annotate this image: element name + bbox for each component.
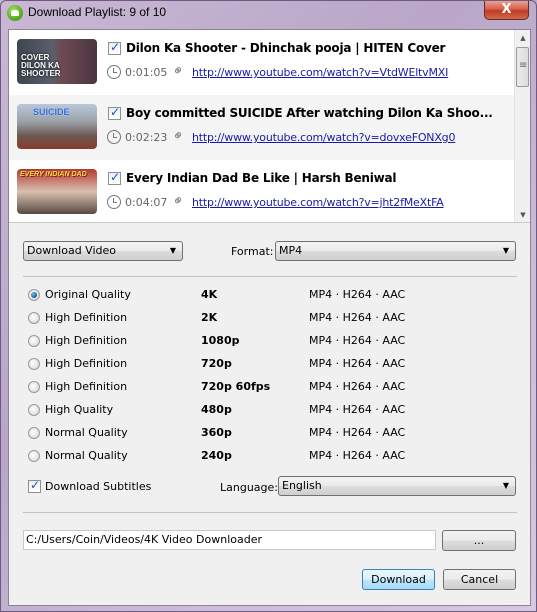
quality-format: MP4 · H264 · AAC — [309, 311, 406, 324]
quality-resolution: 720p 60fps — [201, 380, 271, 393]
quality-radio[interactable] — [28, 289, 40, 301]
quality-resolution: 1080p — [201, 334, 240, 347]
video-url[interactable]: http://www.youtube.com/watch?v=dovxeFONX… — [192, 131, 455, 144]
quality-format: MP4 · H264 · AAC — [309, 357, 406, 370]
playlist-item[interactable]: COVERDILON KA SHOOTER Dilon Ka Shooter -… — [9, 30, 514, 95]
quality-name: High Definition — [45, 380, 128, 393]
language-label: Language: — [220, 481, 278, 494]
video-title: Every Indian Dad Be Like | Harsh Beniwal — [126, 171, 397, 185]
language-value: English — [282, 479, 322, 492]
action-dropdown[interactable]: Download Video ▼ — [23, 241, 183, 261]
quality-radio[interactable] — [28, 404, 40, 416]
scroll-down-arrow-icon[interactable]: ▼ — [515, 207, 530, 222]
download-button[interactable]: Download — [362, 569, 435, 590]
chevron-down-icon: ▼ — [502, 481, 509, 490]
format-label: Format: — [231, 245, 274, 258]
scroll-up-arrow-icon[interactable]: ▲ — [515, 30, 530, 46]
separator — [23, 512, 517, 513]
dialog-body: COVERDILON KA SHOOTER Dilon Ka Shooter -… — [8, 29, 531, 606]
video-thumbnail: COVER DILON KA SHOOTER — [17, 39, 97, 84]
quality-resolution: 720p — [201, 357, 232, 370]
quality-radio[interactable] — [28, 381, 40, 393]
playlist-item[interactable]: SUICIDE Boy committed SUICIDE After watc… — [9, 95, 514, 160]
thumbnail-caption: COVER DILON KA SHOOTER — [21, 53, 61, 78]
video-title: Dilon Ka Shooter - Dhinchak pooja | HITE… — [126, 41, 446, 55]
save-path-input[interactable]: C:/Users/Coin/Videos/4K Video Downloader — [23, 530, 436, 550]
video-thumbnail: SUICIDE — [17, 104, 97, 149]
chevron-down-icon: ▼ — [502, 246, 509, 255]
quality-radio[interactable] — [28, 335, 40, 347]
video-url[interactable]: http://www.youtube.com/watch?v=jht2fMeXt… — [192, 196, 444, 209]
action-value: Download Video — [27, 244, 116, 257]
quality-format: MP4 · H264 · AAC — [309, 449, 406, 462]
quality-resolution: 240p — [201, 449, 232, 462]
clock-icon — [107, 130, 121, 144]
cancel-button[interactable]: Cancel — [443, 569, 516, 590]
playlist-scrollbar[interactable]: ▲ ▼ — [514, 30, 530, 222]
format-value: MP4 — [279, 244, 303, 257]
quality-name: Normal Quality — [45, 449, 128, 462]
clock-icon — [107, 195, 121, 209]
chevron-down-icon: ▼ — [169, 246, 176, 255]
link-icon: ⚭ — [169, 61, 189, 81]
quality-name: High Definition — [45, 357, 128, 370]
playlist-list: COVERDILON KA SHOOTER Dilon Ka Shooter -… — [9, 30, 530, 223]
quality-resolution: 480p — [201, 403, 232, 416]
quality-radio[interactable] — [28, 427, 40, 439]
video-duration: 0:04:07 — [125, 196, 168, 209]
language-dropdown[interactable]: English ▼ — [278, 476, 516, 496]
app-icon — [7, 5, 23, 21]
quality-name: High Definition — [45, 311, 128, 324]
thumbnail-caption: EVERY INDIAN DAD — [20, 171, 87, 178]
quality-name: Original Quality — [45, 288, 131, 301]
item-checkbox[interactable] — [108, 170, 121, 185]
quality-format: MP4 · H264 · AAC — [309, 426, 406, 439]
window-title: Download Playlist: 9 of 10 — [28, 5, 167, 19]
quality-radio[interactable] — [28, 358, 40, 370]
title-bar: Download Playlist: 9 of 10 X — [1, 1, 536, 27]
clock-icon — [107, 65, 121, 79]
quality-name: Normal Quality — [45, 426, 128, 439]
separator — [23, 276, 517, 277]
playlist-item[interactable]: EVERY INDIAN DAD Every Indian Dad Be Lik… — [9, 160, 514, 222]
download-subtitles-label: Download Subtitles — [45, 480, 152, 493]
link-icon: ⚭ — [169, 126, 189, 146]
quality-format: MP4 · H264 · AAC — [309, 403, 406, 416]
scroll-thumb[interactable] — [516, 47, 529, 87]
item-checkbox[interactable] — [108, 105, 121, 120]
thumbnail-caption: SUICIDE — [33, 107, 70, 117]
quality-resolution: 2K — [201, 311, 218, 324]
quality-resolution: 4K — [201, 288, 218, 301]
download-subtitles-checkbox[interactable] — [28, 478, 41, 493]
quality-name: High Quality — [45, 403, 114, 416]
video-duration: 0:01:05 — [125, 66, 168, 79]
quality-format: MP4 · H264 · AAC — [309, 380, 406, 393]
quality-name: High Definition — [45, 334, 128, 347]
quality-radio[interactable] — [28, 450, 40, 462]
format-dropdown[interactable]: MP4 ▼ — [275, 241, 516, 261]
quality-resolution: 360p — [201, 426, 232, 439]
video-url[interactable]: http://www.youtube.com/watch?v=VtdWEltvM… — [192, 66, 448, 79]
quality-format: MP4 · H264 · AAC — [309, 288, 406, 301]
video-title: Boy committed SUICIDE After watching Dil… — [126, 106, 493, 120]
video-thumbnail: EVERY INDIAN DAD — [17, 169, 97, 214]
link-icon: ⚭ — [169, 191, 189, 211]
quality-radio[interactable] — [28, 312, 40, 324]
browse-button[interactable]: ... — [442, 530, 516, 551]
quality-format: MP4 · H264 · AAC — [309, 334, 406, 347]
video-duration: 0:02:23 — [125, 131, 168, 144]
item-checkbox[interactable] — [108, 40, 121, 55]
close-button[interactable]: X — [484, 1, 529, 20]
download-playlist-dialog: Download Playlist: 9 of 10 X COVER DILON … — [0, 0, 537, 612]
